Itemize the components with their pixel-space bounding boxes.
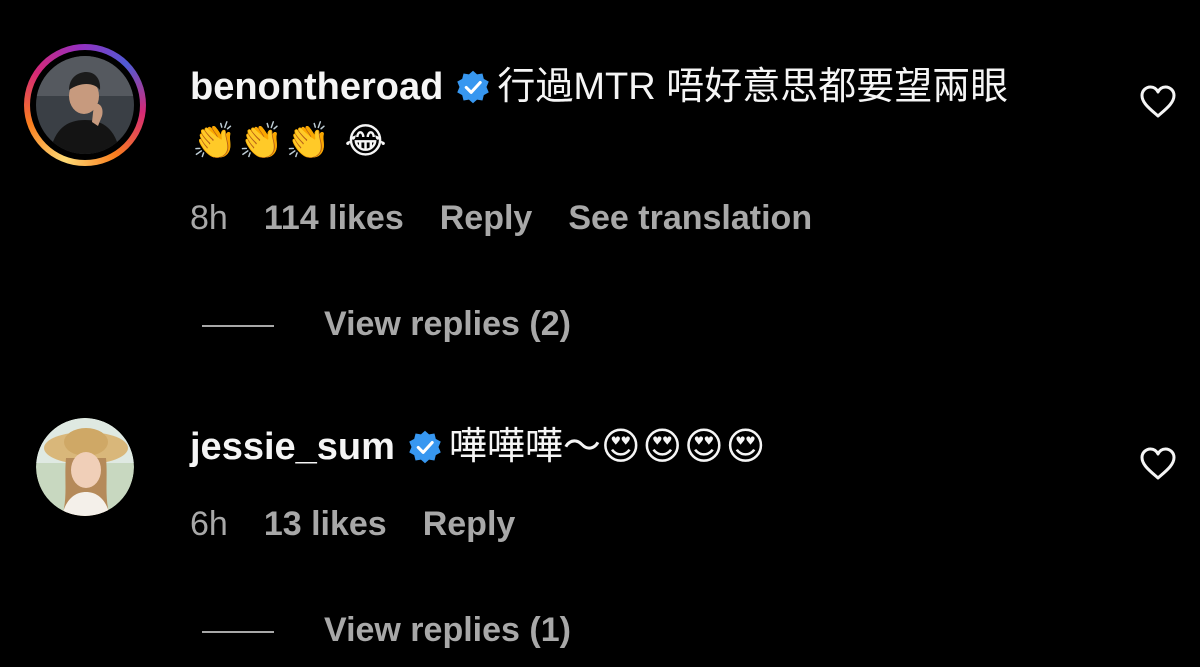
username[interactable]: jessie_sum bbox=[190, 426, 395, 468]
comment-text: 嘩嘩嘩～ bbox=[448, 426, 601, 468]
username[interactable]: benontheroad bbox=[190, 66, 443, 108]
avatar bbox=[36, 56, 134, 154]
timestamp: 8h bbox=[190, 199, 228, 237]
comment-text: 行過MTR 唔好意思都要望兩眼 bbox=[497, 66, 1009, 108]
verified-badge-icon bbox=[455, 69, 491, 105]
divider bbox=[202, 325, 274, 328]
comment-header: jessie_sum 嘩嘩嘩～😍😍😍😍 bbox=[190, 424, 767, 470]
verified-badge-icon bbox=[407, 429, 443, 465]
reply-button[interactable]: Reply bbox=[440, 199, 533, 237]
heart-outline-icon[interactable] bbox=[1138, 444, 1178, 484]
view-replies-button[interactable]: View replies (2) bbox=[202, 304, 571, 344]
see-translation-button[interactable]: See translation bbox=[568, 199, 812, 237]
likes-count[interactable]: 114 likes bbox=[264, 199, 404, 237]
comment-header: benontheroad 行過MTR 唔好意思都要望兩眼 bbox=[190, 64, 1008, 110]
view-replies-label: View replies (2) bbox=[324, 305, 571, 343]
view-replies-label: View replies (1) bbox=[324, 611, 571, 649]
comment-meta: 6h 13 likes Reply bbox=[190, 504, 551, 544]
comment-item: jessie_sum 嘩嘩嘩～😍😍😍😍 6h 13 likes Reply View … bbox=[0, 360, 1200, 667]
avatar-story-ring[interactable] bbox=[24, 44, 146, 166]
divider bbox=[202, 631, 274, 634]
avatar[interactable] bbox=[36, 418, 134, 516]
comment-item: benontheroad 行過MTR 唔好意思都要望兩眼 👏👏👏 😂 8h 114 … bbox=[0, 0, 1200, 360]
view-replies-button[interactable]: View replies (1) bbox=[202, 610, 571, 650]
reply-button[interactable]: Reply bbox=[423, 505, 516, 543]
comment-emoji: 👏👏👏 😂 bbox=[192, 120, 389, 161]
comment-emoji: 😍😍😍😍 bbox=[600, 426, 768, 468]
timestamp: 6h bbox=[190, 505, 228, 543]
heart-outline-icon[interactable] bbox=[1138, 82, 1178, 122]
comment-meta: 8h 114 likes Reply See translation bbox=[190, 198, 848, 238]
likes-count[interactable]: 13 likes bbox=[264, 505, 387, 543]
